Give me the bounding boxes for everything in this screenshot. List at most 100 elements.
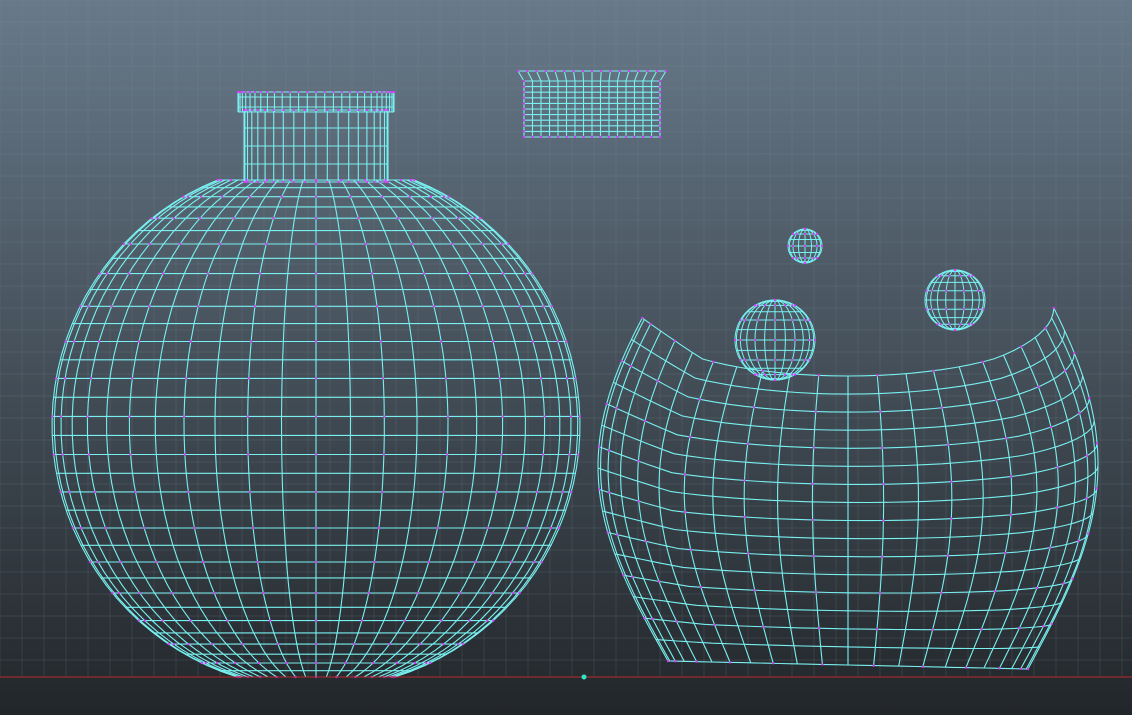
vertex-point: [226, 619, 229, 622]
small-sphere-2[interactable]: [924, 269, 986, 331]
vertex-point: [930, 308, 934, 311]
vertex-point: [156, 217, 159, 220]
vertex-point: [96, 560, 100, 564]
vertex-point: [256, 108, 259, 112]
vertex-point: [1042, 625, 1045, 628]
vertex-point: [265, 242, 268, 246]
vertex-point: [161, 619, 164, 622]
vertex-point: [250, 180, 253, 184]
vertex-point: [213, 591, 216, 595]
vertex-point: [875, 628, 879, 631]
vertex-point: [264, 108, 267, 112]
vertex-point: [314, 340, 318, 343]
vertex-point: [607, 135, 611, 139]
vertex-point: [172, 217, 176, 220]
viewport-canvas[interactable]: [0, 0, 1132, 715]
vertex-point: [204, 661, 207, 665]
vertex-point: [561, 490, 564, 494]
vertex-point: [556, 340, 560, 343]
vertex-point: [675, 620, 678, 623]
vertex-point: [812, 256, 815, 260]
vertex-point: [253, 305, 257, 308]
vertex-point: [1004, 551, 1007, 555]
vertex-point: [658, 107, 662, 111]
vertex-point: [753, 373, 757, 376]
vertex-point: [272, 217, 275, 220]
vertex-point: [323, 90, 326, 94]
vertex-point: [72, 340, 76, 343]
vertex-point: [364, 242, 367, 246]
vertex-point: [882, 483, 885, 486]
vertex-point: [245, 178, 248, 182]
vertex-point: [314, 591, 318, 595]
vertex-point: [442, 642, 445, 646]
vertex-point: [572, 69, 575, 73]
vertex-point: [380, 90, 384, 94]
vertex-point: [243, 180, 246, 184]
vertex-point: [556, 135, 560, 139]
vertex-point: [590, 69, 594, 73]
vertex-point: [658, 85, 662, 88]
vertex-point: [739, 358, 742, 362]
vertex-point: [814, 591, 818, 594]
vertex-point: [262, 591, 265, 595]
vertex-point: [314, 305, 318, 308]
vertex-point: [743, 515, 746, 519]
vertex-point: [811, 518, 814, 522]
vertex-point: [80, 526, 83, 530]
vertex-point: [925, 308, 928, 311]
vertex-point: [1077, 539, 1080, 543]
vertex-point: [644, 540, 648, 543]
vertex-point: [1085, 454, 1089, 457]
vertex-point: [98, 272, 102, 275]
vertex-point: [656, 379, 659, 383]
vertex-point: [713, 623, 716, 626]
vertex-point: [549, 526, 552, 530]
vertex-point: [273, 90, 276, 94]
vertex-point: [683, 510, 687, 514]
vertex-point: [104, 526, 107, 530]
vertex-point: [150, 217, 154, 220]
vertex-point: [481, 242, 484, 246]
vertex-point: [532, 560, 536, 564]
vertex-point: [939, 323, 942, 326]
vertex-point: [148, 242, 151, 246]
vertex-point: [695, 660, 698, 663]
vertex-point: [756, 304, 759, 307]
vertex-point: [250, 340, 253, 343]
vertex-point: [373, 108, 376, 112]
vertex-point: [577, 453, 580, 456]
vertex-point: [658, 79, 662, 83]
vertex-point: [429, 195, 432, 198]
vertex-point: [522, 130, 526, 133]
vertex-point: [347, 108, 350, 112]
vertex-point: [964, 666, 968, 669]
vertex-point: [495, 490, 498, 494]
vertex-point: [265, 178, 268, 182]
vertex-point: [814, 410, 817, 413]
vertex-point: [382, 453, 386, 456]
vertex-point: [314, 195, 318, 198]
vertex-point: [739, 338, 742, 342]
vertex-point: [272, 180, 275, 184]
vertex-point: [1026, 667, 1030, 671]
vertex-point: [993, 590, 997, 593]
vertex-point: [773, 318, 777, 322]
vertex-point: [507, 242, 510, 246]
vertex-point: [253, 90, 257, 94]
vertex-point: [773, 298, 777, 302]
vertex-point: [1085, 497, 1088, 500]
vertex-point: [385, 90, 388, 94]
vertex-point: [932, 369, 935, 372]
vertex-point: [940, 406, 944, 409]
vertex-point: [803, 256, 807, 260]
modeling-viewport[interactable]: [0, 0, 1132, 715]
vertex-point: [578, 415, 582, 418]
vertex-point: [215, 661, 219, 665]
vertex-point: [486, 619, 489, 622]
vertex-point: [733, 338, 737, 342]
vertex-point: [763, 304, 767, 307]
vertex-point: [110, 305, 114, 308]
vertex-point: [606, 531, 609, 534]
vertex-point: [637, 459, 640, 463]
